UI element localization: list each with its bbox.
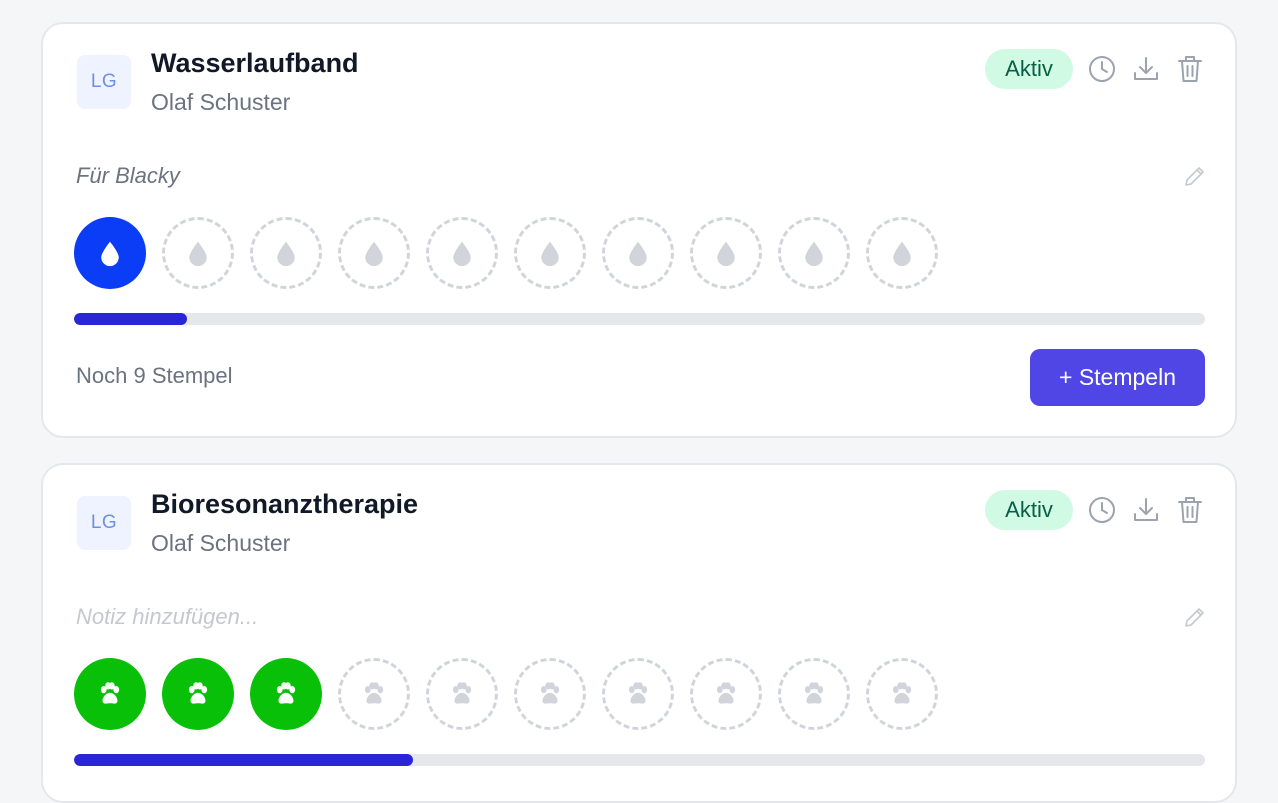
progress-bar — [74, 313, 1205, 325]
progress-fill — [74, 313, 188, 325]
stamp-empty — [514, 658, 586, 730]
water-drop-icon — [453, 241, 471, 267]
edit-note-button[interactable] — [1181, 605, 1207, 631]
card-note-input[interactable]: Notiz hinzufügen... — [76, 604, 258, 630]
water-drop-icon — [629, 241, 647, 267]
water-drop-icon — [101, 241, 119, 267]
water-drop-icon — [189, 241, 207, 267]
progress-fill — [74, 754, 414, 766]
card-logo: LG — [77, 55, 131, 109]
paw-icon — [100, 682, 120, 704]
download-button[interactable] — [1130, 53, 1162, 85]
card-note[interactable]: Für Blacky — [76, 163, 180, 189]
history-button[interactable] — [1086, 53, 1118, 85]
water-drop-icon — [365, 241, 383, 267]
clock-icon — [1089, 497, 1115, 523]
paw-icon — [804, 682, 824, 704]
pencil-icon — [1185, 167, 1204, 186]
paw-icon — [716, 682, 736, 704]
stamp-empty — [602, 217, 674, 289]
stamp-empty — [162, 217, 234, 289]
clock-icon — [1089, 56, 1115, 82]
stamp-card: LG Wasserlaufband Olaf Schuster Aktiv Fü… — [41, 22, 1237, 438]
stamp-empty — [426, 658, 498, 730]
paw-icon — [540, 682, 560, 704]
stamp-empty — [866, 217, 938, 289]
download-icon — [1134, 498, 1158, 521]
water-drop-icon — [541, 241, 559, 267]
paw-icon — [452, 682, 472, 704]
card-subtitle: Olaf Schuster — [151, 530, 291, 556]
add-stamp-button[interactable]: + Stempeln — [1030, 349, 1205, 406]
trash-icon — [1178, 56, 1202, 82]
progress-bar — [74, 754, 1205, 766]
stamp-card: LG Bioresonanztherapie Olaf Schuster Akt… — [41, 463, 1237, 803]
history-button[interactable] — [1086, 494, 1118, 526]
water-drop-icon — [805, 241, 823, 267]
remaining-stamps-text: Noch 9 Stempel — [76, 363, 233, 388]
stamp-empty — [690, 217, 762, 289]
pencil-icon — [1185, 608, 1204, 627]
stamp-empty — [602, 658, 674, 730]
trash-icon — [1178, 497, 1202, 523]
download-button[interactable] — [1130, 494, 1162, 526]
stamp-empty — [866, 658, 938, 730]
card-title: Wasserlaufband — [151, 48, 359, 78]
card-logo: LG — [77, 496, 131, 550]
water-drop-icon — [717, 241, 735, 267]
card-title: Bioresonanztherapie — [151, 489, 419, 519]
status-badge: Aktiv — [985, 49, 1073, 89]
delete-button[interactable] — [1174, 494, 1206, 526]
stamp-empty — [426, 217, 498, 289]
stamp-filled — [74, 658, 146, 730]
stamp-row — [74, 658, 954, 732]
paw-icon — [188, 682, 208, 704]
stamp-empty — [338, 658, 410, 730]
paw-icon — [892, 682, 912, 704]
stamp-filled — [250, 658, 322, 730]
delete-button[interactable] — [1174, 53, 1206, 85]
water-drop-icon — [893, 241, 911, 267]
paw-icon — [628, 682, 648, 704]
water-drop-icon — [277, 241, 295, 267]
paw-icon — [276, 682, 296, 704]
card-subtitle: Olaf Schuster — [151, 89, 291, 115]
stamp-filled — [162, 658, 234, 730]
stamp-row — [74, 217, 954, 291]
paw-icon — [364, 682, 384, 704]
download-icon — [1134, 57, 1158, 80]
stamp-empty — [778, 658, 850, 730]
stamp-filled — [74, 217, 146, 289]
edit-note-button[interactable] — [1181, 164, 1207, 190]
status-badge: Aktiv — [985, 490, 1073, 530]
stamp-empty — [514, 217, 586, 289]
stamp-empty — [250, 217, 322, 289]
stamp-empty — [338, 217, 410, 289]
stamp-empty — [778, 217, 850, 289]
stamp-empty — [690, 658, 762, 730]
